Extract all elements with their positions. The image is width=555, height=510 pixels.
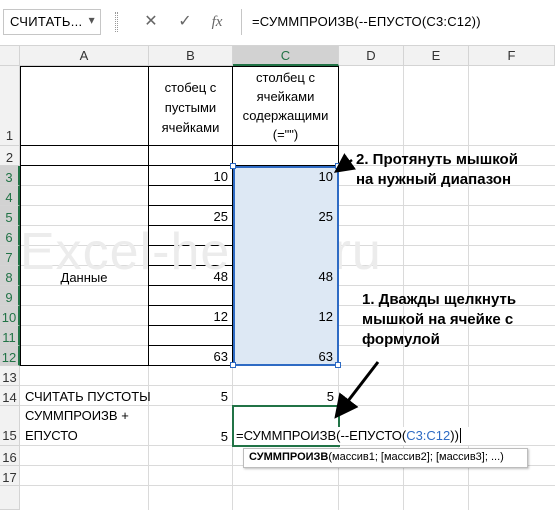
arrow-to-handle: [333, 153, 357, 173]
annotation-arrows: [333, 153, 380, 419]
arrow-to-formula-cell: [334, 361, 380, 419]
